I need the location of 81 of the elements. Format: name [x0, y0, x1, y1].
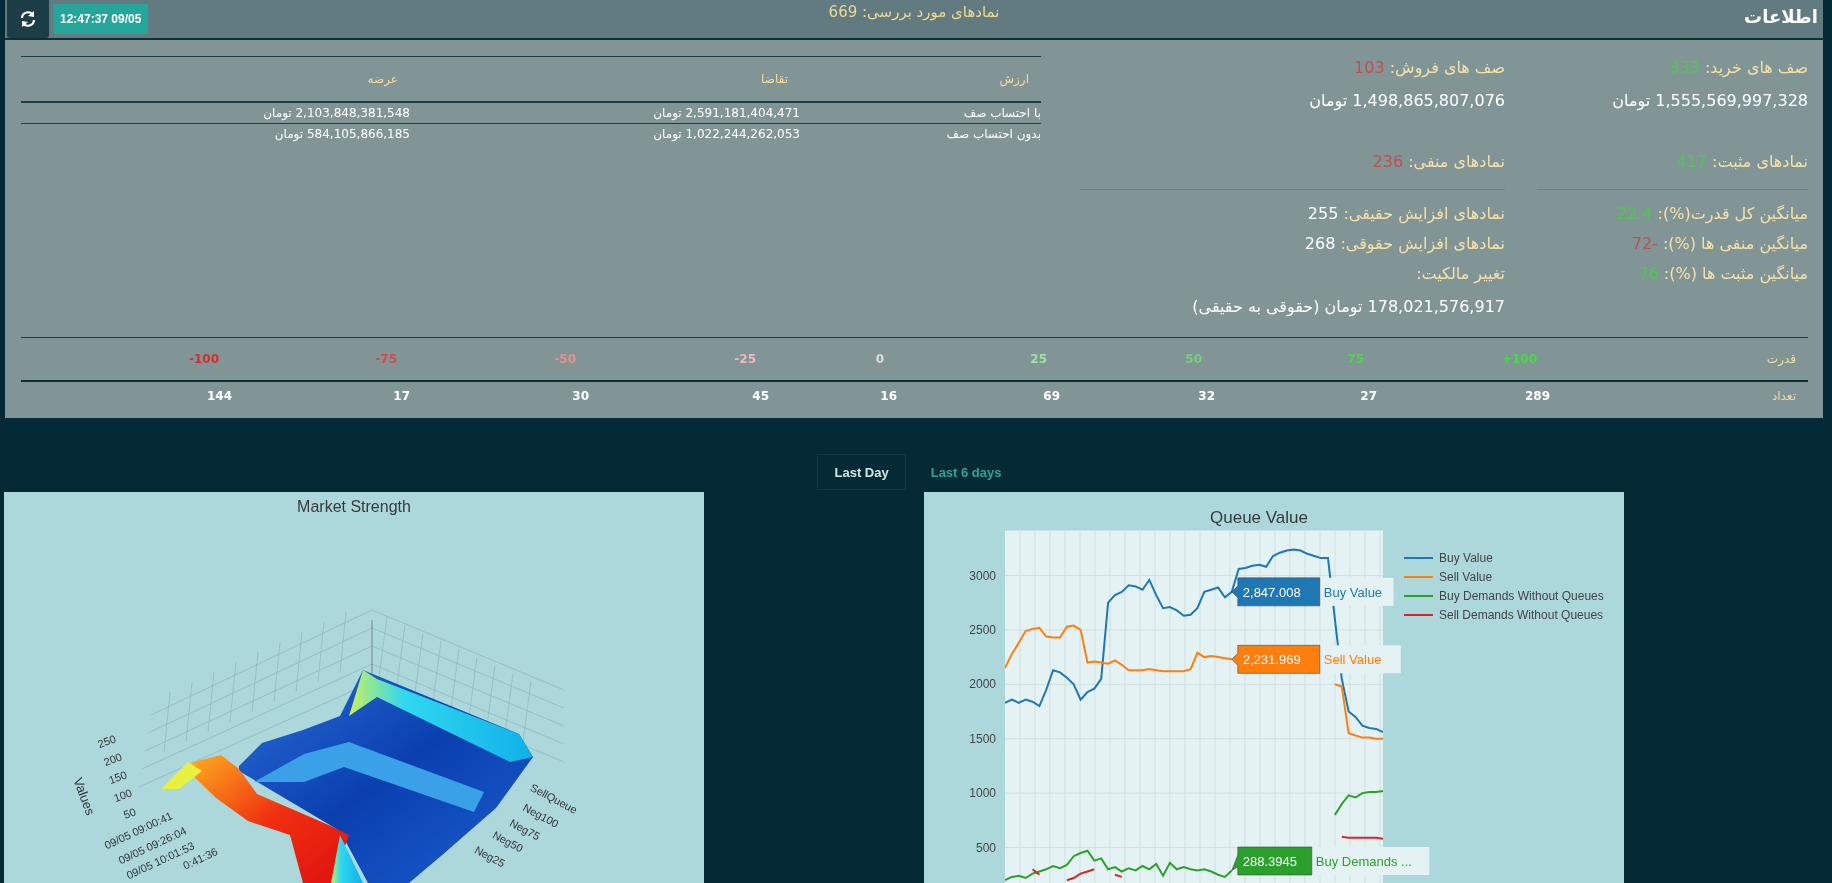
- table-cell: 584,105,866,185 تومان: [21, 123, 410, 144]
- table-cell: 289: [1524, 389, 1550, 403]
- table-cell: بدون احتساب صف: [800, 123, 1041, 144]
- stat-label: صف های فروش:: [1389, 57, 1505, 77]
- tick-label: 2000: [969, 677, 996, 692]
- amount-text: 1,555,569,997,328 تومان: [1611, 89, 1808, 113]
- stat-label: نمادهای منفی:: [1408, 151, 1505, 171]
- table-cell: 16: [880, 389, 897, 403]
- legend-label[interactable]: Sell Demands Without Queues: [1439, 608, 1604, 622]
- axis-title: Values: [70, 775, 98, 818]
- strength-level: -50: [554, 352, 576, 366]
- legend-label[interactable]: Buy Value: [1439, 551, 1493, 565]
- amount-text: 178,021,576,917 تومان (حقوقی به حقیقی): [1191, 295, 1505, 319]
- strength-level: 75: [1347, 352, 1364, 366]
- stat-label: میانگین منفی ها (%):: [1662, 233, 1808, 253]
- table-cell: 30: [572, 389, 589, 403]
- table-cell: 45: [752, 389, 769, 403]
- hover-value: 288.3945: [1242, 854, 1298, 869]
- column-header: تقاضا: [410, 56, 800, 102]
- column-header: ارزش: [800, 56, 1041, 102]
- row-label: قدرت: [1765, 351, 1797, 368]
- strength-level: 50: [1185, 352, 1202, 366]
- stat-label: میانگین کل قدرت(%):: [1657, 203, 1808, 223]
- stat-value: 103: [1354, 57, 1385, 77]
- tick-label: 250: [95, 732, 118, 750]
- hover-series-name: Sell Value: [1323, 652, 1382, 668]
- refresh-button[interactable]: [7, 0, 49, 38]
- stat-label: صف های خرید:: [1704, 57, 1808, 77]
- tick-label: 200: [101, 750, 124, 768]
- tick-label: 100: [111, 786, 134, 804]
- timestamp-badge: 12:47:37 09/05: [53, 4, 149, 34]
- stat-value: 236: [1372, 151, 1404, 171]
- tick-label: 1000: [969, 786, 996, 801]
- stat-value: 268: [1304, 233, 1336, 253]
- table-cell: 2,103,848,381,548 تومان: [21, 102, 410, 124]
- strength-level: -100: [188, 352, 219, 366]
- table-cell: 144: [206, 389, 232, 403]
- chart-title: Queue Value: [1210, 508, 1308, 527]
- table-cell: با احتساب صف: [800, 102, 1041, 124]
- table-cell: 17: [393, 389, 410, 403]
- tick-label: 150: [106, 768, 129, 786]
- tick-label: 3000: [969, 568, 996, 583]
- hover-series-name: Buy Value: [1323, 584, 1383, 600]
- stat-label: نمادهای افزایش حقیقی:: [1343, 203, 1505, 223]
- strength-level: -75: [375, 352, 397, 366]
- stat-value: -72: [1631, 233, 1658, 253]
- strength-level: -25: [734, 352, 756, 366]
- column-header: عرضه: [21, 56, 410, 102]
- stat-label: میانگین مثبت ها (%):: [1663, 263, 1808, 283]
- table-cell: 69: [1043, 389, 1060, 403]
- table-cell: 1,022,244,262,053 تومان: [410, 123, 800, 144]
- stat-value: 76: [1638, 263, 1659, 283]
- stat-value: 22.4: [1616, 203, 1653, 223]
- chart-title: Market Strength: [297, 498, 411, 515]
- amount-text: 1,498,865,807,076 تومان: [1308, 89, 1505, 113]
- stat-label: نمادهای افزایش حقوقی:: [1340, 233, 1505, 253]
- stat-value: 333: [1669, 57, 1700, 77]
- tab[interactable]: Last 6 days: [913, 454, 1019, 490]
- tick-label: 2500: [969, 622, 996, 637]
- table-cell: 32: [1198, 389, 1215, 403]
- tick-label: 1500: [969, 731, 996, 746]
- stat-value: 417: [1676, 151, 1707, 171]
- hover-value: 2,231.969: [1242, 652, 1301, 668]
- tick-label: 500: [975, 840, 996, 855]
- refresh-icon: [19, 10, 37, 28]
- table-cell: 2,591,181,404,471 تومان: [410, 102, 800, 124]
- symbols-count: نمادهای مورد بررسی: 669: [828, 2, 1000, 21]
- strength-level: 0: [875, 352, 884, 366]
- legend-label[interactable]: Sell Value: [1439, 570, 1493, 584]
- stat-label: نمادهای مثبت:: [1712, 151, 1808, 171]
- table-cell: 27: [1360, 389, 1377, 403]
- legend-label[interactable]: Buy Demands Without Queues: [1439, 589, 1604, 603]
- stat-value: 255: [1307, 203, 1339, 223]
- strength-level: +100: [1501, 352, 1537, 366]
- tab[interactable]: Last Day: [817, 454, 906, 490]
- hover-value: 2,847.008: [1242, 584, 1301, 600]
- panel-title: اطلاعات: [1744, 5, 1819, 27]
- hover-series-name: Buy Demands ...: [1315, 854, 1412, 869]
- row-label: تعداد: [1550, 380, 1808, 410]
- strength-level: 25: [1030, 352, 1047, 366]
- stat-label: تغییر مالکیت:: [1416, 263, 1505, 283]
